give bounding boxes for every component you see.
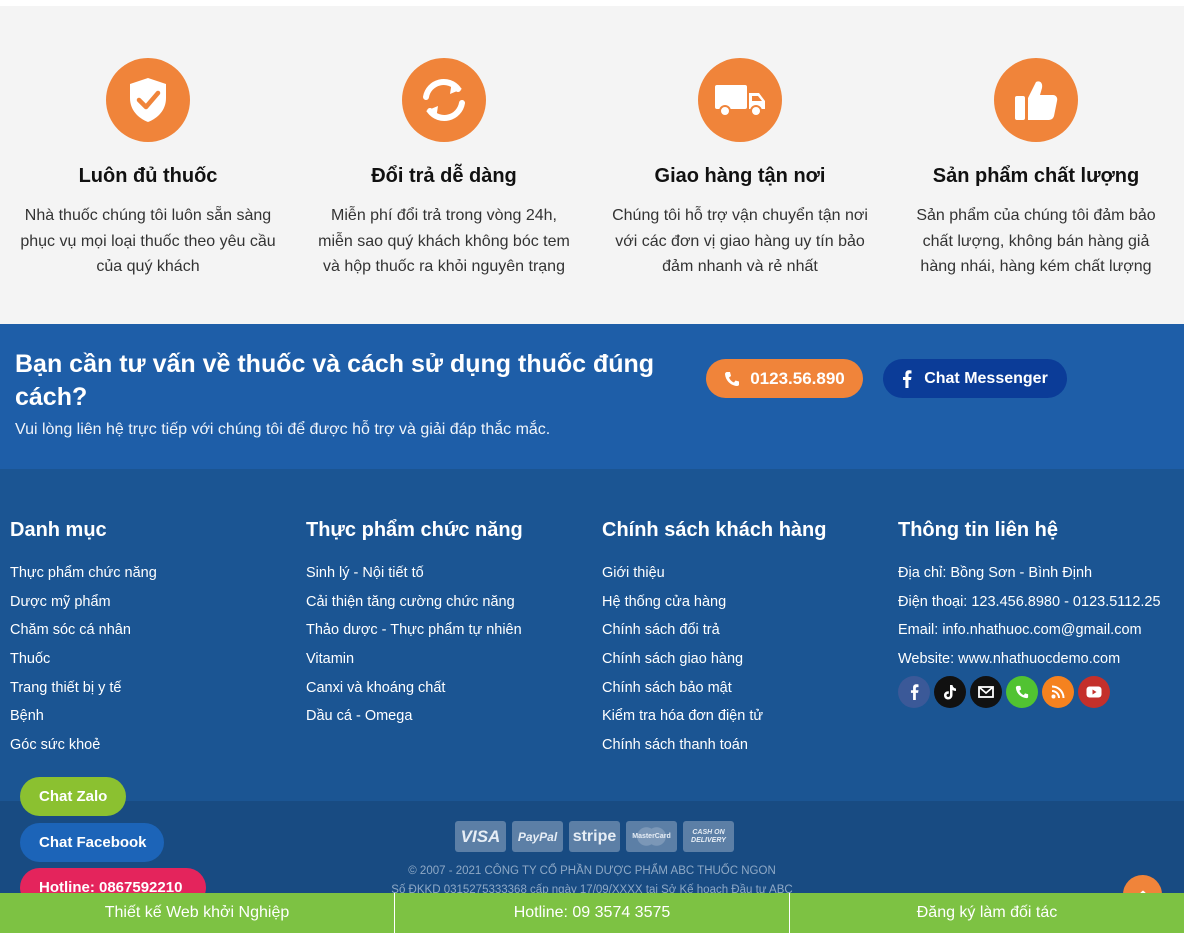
consult-heading: Bạn cần tư vấn về thuốc và cách sử dụng … xyxy=(15,350,655,411)
cash-on-delivery-icon: CASH ON DELIVERY xyxy=(683,821,734,852)
footer-link[interactable]: Bệnh xyxy=(10,702,306,731)
feature-text: Sản phẩm của chúng tôi đảm bảo chất lượn… xyxy=(916,207,1156,275)
facebook-icon[interactable] xyxy=(898,675,930,708)
footer-link[interactable]: Trang thiết bị y tế xyxy=(10,674,306,703)
chat-facebook-button[interactable]: Chat Facebook xyxy=(20,823,164,862)
feature-text: Chúng tôi hỗ trợ vận chuyển tận nơi với … xyxy=(612,207,868,275)
youtube-icon[interactable] xyxy=(1078,675,1110,708)
feature-text: Nhà thuốc chúng tôi luôn sẵn sàng phục v… xyxy=(20,207,276,275)
site-footer: Danh mục Thực phẩm chức năng Dược mỹ phẩ… xyxy=(0,469,1184,801)
footer-link[interactable]: Thảo dược - Thực phẩm tự nhiên xyxy=(306,616,602,645)
contact-website: Website: www.nhathuocdemo.com xyxy=(898,651,1121,668)
footer-link[interactable]: Chính sách giao hàng xyxy=(602,645,898,674)
footer-link[interactable]: Sinh lý - Nội tiết tố xyxy=(306,559,602,588)
footer-link[interactable]: Vitamin xyxy=(306,645,602,674)
contact-phone: Điện thoại: 123.456.8980 - 0123.5112.25 xyxy=(898,593,1161,610)
footer-link[interactable]: Chăm sóc cá nhân xyxy=(10,616,306,645)
consult-subtext: Vui lòng liên hệ trực tiếp với chúng tôi… xyxy=(15,421,551,438)
feature-title: Đổi trả dễ dàng xyxy=(371,165,517,187)
footer-col-title: Thực phẩm chức năng xyxy=(306,519,523,541)
web-design-link[interactable]: Thiết kế Web khởi Nghiệp xyxy=(0,893,395,933)
bottom-action-bar: Thiết kế Web khởi Nghiệp Hotline: 09 357… xyxy=(0,893,1184,933)
footer-link[interactable]: Thuốc xyxy=(10,645,306,674)
footer-link-list: Thực phẩm chức năng Dược mỹ phẩm Chăm só… xyxy=(10,559,306,760)
refresh-icon xyxy=(402,58,486,142)
feature-text: Miễn phí đổi trả trong vòng 24h, miễn sa… xyxy=(318,207,570,275)
footer-col-policies: Chính sách khách hàng Giới thiệu Hệ thốn… xyxy=(602,519,898,760)
footer-link[interactable]: Dược mỹ phẩm xyxy=(10,588,306,617)
footer-link[interactable]: Canxi và khoáng chất xyxy=(306,674,602,703)
footer-link-list: Sinh lý - Nội tiết tố Cải thiện tăng cườ… xyxy=(306,559,602,731)
footer-col-contact: Thông tin liên hệ Địa chỉ: Bồng Sơn - Bì… xyxy=(898,519,1180,708)
consult-banner: Bạn cần tư vấn về thuốc và cách sử dụng … xyxy=(0,324,1184,469)
feature-title: Giao hàng tận nơi xyxy=(654,165,826,187)
messenger-label: Chat Messenger xyxy=(924,369,1048,387)
tiktok-icon[interactable] xyxy=(934,675,966,708)
mastercard-icon: MasterCard xyxy=(626,821,677,852)
visa-icon: VISA xyxy=(455,821,506,852)
shield-check-icon xyxy=(106,58,190,142)
footer-link[interactable]: Giới thiệu xyxy=(602,559,898,588)
rss-icon[interactable] xyxy=(1042,675,1074,708)
chat-zalo-button[interactable]: Chat Zalo xyxy=(20,777,126,816)
footer-col-title: Chính sách khách hàng xyxy=(602,519,827,541)
footer-link-list: Giới thiệu Hệ thống cửa hàng Chính sách … xyxy=(602,559,898,760)
footer-link[interactable]: Thực phẩm chức năng xyxy=(10,559,306,588)
feature-title: Luôn đủ thuốc xyxy=(78,165,218,187)
footer-col-supplements: Thực phẩm chức năng Sinh lý - Nội tiết t… xyxy=(306,519,602,731)
footer-col-categories: Danh mục Thực phẩm chức năng Dược mỹ phẩ… xyxy=(10,519,306,760)
contact-email: Email: info.nhathuoc.com@gmail.com xyxy=(898,622,1142,639)
features-section: Luôn đủ thuốc Nhà thuốc chúng tôi luôn s… xyxy=(0,6,1184,324)
footer-link[interactable]: Góc sức khoẻ xyxy=(10,731,306,760)
payment-methods: VISA PayPal stripe MasterCard CASH ON DE… xyxy=(455,821,734,852)
footer-col-title: Thông tin liên hệ xyxy=(898,519,1058,541)
paypal-icon: PayPal xyxy=(512,821,563,852)
footer-link[interactable]: Dầu cá - Omega xyxy=(306,702,602,731)
footer-link[interactable]: Chính sách thanh toán xyxy=(602,731,898,760)
call-phone-button[interactable]: 0123.56.890 xyxy=(706,359,863,398)
feature-title: Sản phẩm chất lượng xyxy=(932,165,1140,187)
partner-register-link[interactable]: Đăng ký làm đối tác xyxy=(790,893,1184,933)
hotline-link[interactable]: Hotline: 09 3574 3575 xyxy=(395,893,790,933)
chat-messenger-button[interactable]: Chat Messenger xyxy=(883,359,1067,398)
truck-icon xyxy=(698,58,782,142)
footer-link[interactable]: Kiểm tra hóa đơn điện tử xyxy=(602,702,898,731)
facebook-icon xyxy=(903,369,912,388)
social-links xyxy=(898,675,1180,708)
footer-link[interactable]: Hệ thống cửa hàng xyxy=(602,588,898,617)
phone-icon xyxy=(725,371,740,386)
phone-label: 0123.56.890 xyxy=(750,368,845,388)
email-icon[interactable] xyxy=(970,675,1002,708)
phone-icon[interactable] xyxy=(1006,675,1038,708)
footer-link[interactable]: Chính sách đổi trả xyxy=(602,616,898,645)
thumbs-up-icon xyxy=(994,58,1078,142)
footer-link[interactable]: Cải thiện tăng cường chức năng xyxy=(306,588,602,617)
contact-info-list: Địa chỉ: Bồng Sơn - Bình Định Điện thoại… xyxy=(898,559,1180,674)
stripe-icon: stripe xyxy=(569,821,620,852)
footer-link[interactable]: Chính sách bảo mật xyxy=(602,674,898,703)
contact-address: Địa chỉ: Bồng Sơn - Bình Định xyxy=(898,565,1093,581)
footer-col-title: Danh mục xyxy=(10,519,107,541)
